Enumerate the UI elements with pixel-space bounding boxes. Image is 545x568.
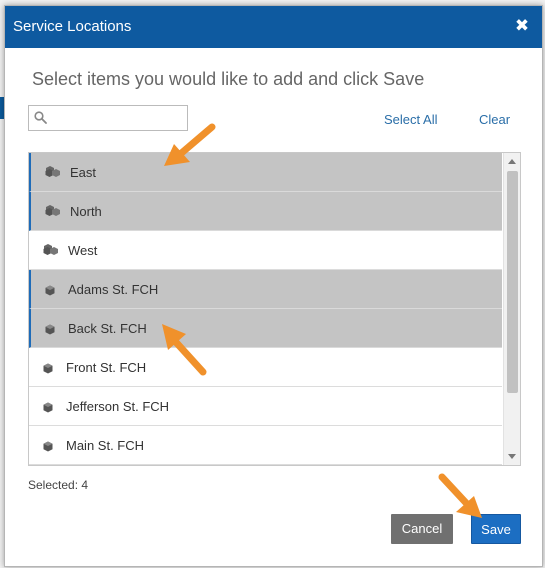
list-scrollbar[interactable] <box>503 153 520 465</box>
list-item-label: Jefferson St. FCH <box>66 399 170 414</box>
list-item-label: Front St. FCH <box>66 360 147 375</box>
dialog-title: Service Locations <box>13 18 132 35</box>
list-item[interactable]: East <box>29 153 502 192</box>
list-item[interactable]: Jefferson St. FCH <box>29 387 502 426</box>
group-locations-icon <box>43 243 59 261</box>
dialog-header: Service Locations ✖ <box>5 6 542 48</box>
list-item[interactable]: Front St. FCH <box>29 348 502 387</box>
site-cube-icon <box>45 283 55 301</box>
site-cube-icon <box>43 361 53 379</box>
selected-count: Selected: 4 <box>28 478 89 492</box>
select-all-link[interactable]: Select All <box>384 112 437 127</box>
locations-list: East North West Adams St. FCH Back St. FCH Fr… <box>28 152 521 466</box>
scroll-up-icon[interactable] <box>508 159 516 164</box>
dialog-instruction: Select items you would like to add and c… <box>32 69 425 89</box>
scroll-thumb[interactable] <box>507 171 518 393</box>
list-item[interactable]: North <box>29 192 502 231</box>
list-item-label: Back St. FCH <box>68 321 147 336</box>
list-item[interactable]: Adams St. FCH <box>29 270 502 309</box>
list-item[interactable]: Back St. FCH <box>29 309 502 348</box>
annotation-arrow-east-icon <box>164 123 216 166</box>
site-cube-icon <box>43 400 53 418</box>
annotation-arrow-save-icon <box>438 473 482 518</box>
site-cube-icon <box>45 322 55 340</box>
site-cube-icon <box>43 439 53 457</box>
list-item-label: Adams St. FCH <box>68 282 159 297</box>
list-item[interactable]: Main St. FCH <box>29 426 502 465</box>
list-item-label: North <box>70 204 102 219</box>
close-button[interactable]: ✖ <box>512 15 532 37</box>
scroll-down-icon[interactable] <box>508 454 516 459</box>
group-locations-icon <box>45 165 61 183</box>
annotation-arrow-back-st-icon <box>162 324 207 376</box>
list-item-label: West <box>68 243 98 258</box>
group-locations-icon <box>45 204 61 222</box>
clear-link[interactable]: Clear <box>479 112 510 127</box>
search-icon <box>34 111 47 129</box>
list-item[interactable]: West <box>29 231 502 270</box>
list-item-label: Main St. FCH <box>66 438 145 453</box>
list-item-label: East <box>70 165 97 180</box>
